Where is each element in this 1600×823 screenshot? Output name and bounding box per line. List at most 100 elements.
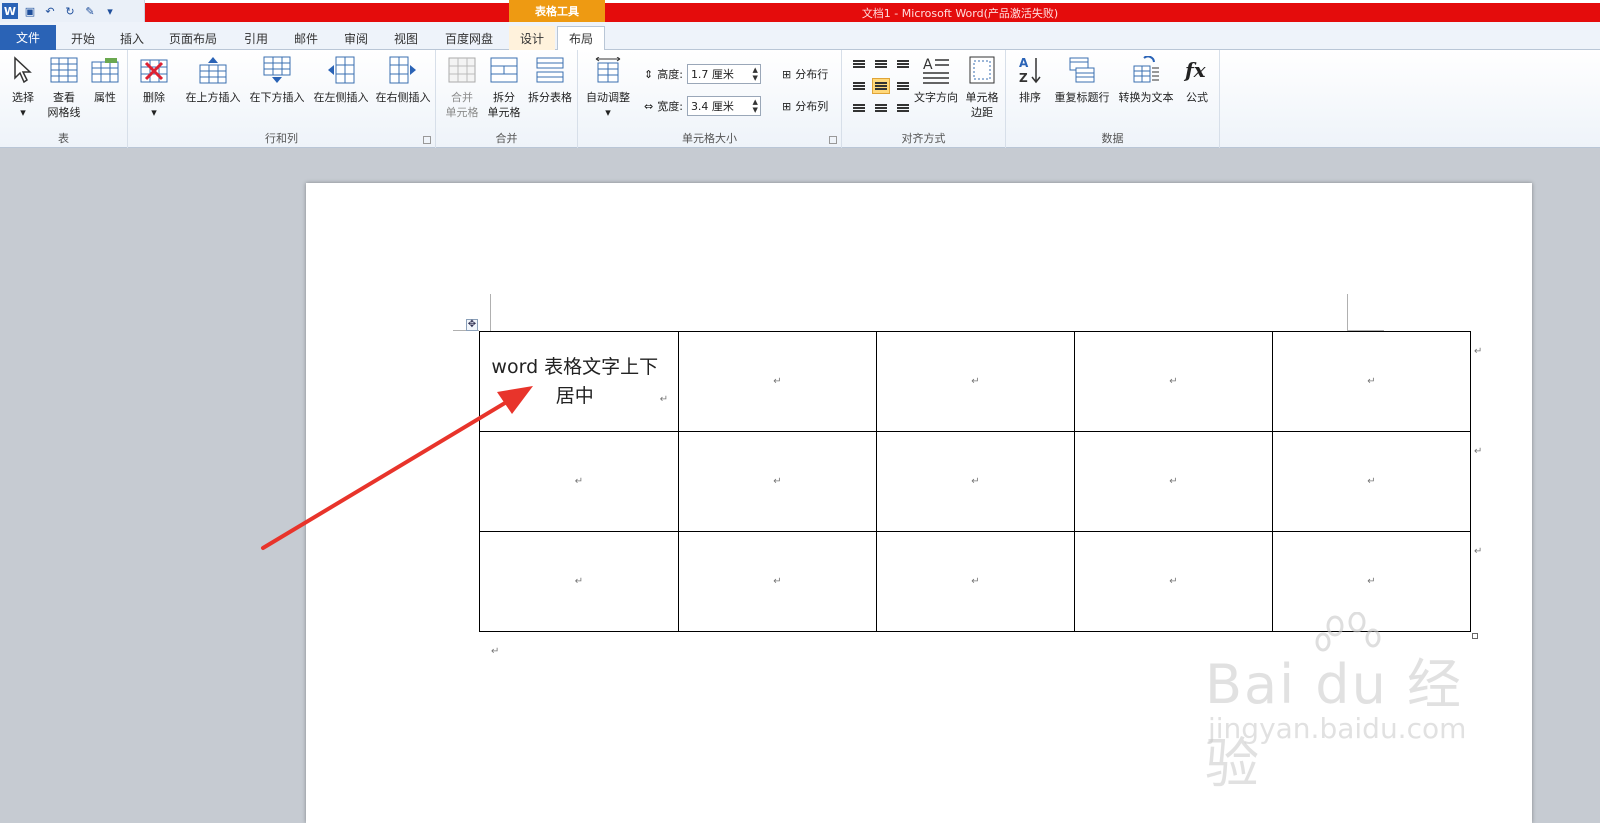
align-bottom-left-icon[interactable] — [850, 100, 868, 116]
view-gridlines-button[interactable]: 查看 网格线 — [44, 54, 84, 120]
align-middle-left-icon[interactable] — [850, 78, 868, 94]
align-top-right-icon[interactable] — [894, 56, 912, 72]
tab-baidu-netdisk[interactable]: 百度网盘 — [434, 26, 504, 50]
title-bar: W ▣ ↶ ↻ ✎ ▾ 表格工具 文档1 - Microsoft Word(产品… — [0, 0, 1600, 22]
document-table[interactable]: word 表格文字上下居中 ↵ ↵ ↵ ↵ ↵ ↵ ↵ ↵ ↵ ↵ ↵ ↵ ↵ ↵… — [479, 331, 1471, 632]
row-height-icon: ⇕ — [644, 67, 654, 81]
chevron-down-icon[interactable]: ▾ — [102, 3, 118, 19]
select-button[interactable]: 选择 ▾ — [6, 54, 40, 120]
table-group: 选择 ▾ 查看 网格线 属性 表 — [0, 50, 128, 148]
table-cell[interactable]: ↵ — [678, 431, 877, 532]
split-cells-button[interactable]: 拆分 单元格 — [484, 54, 524, 120]
merge-group-label: 合并 — [495, 132, 518, 145]
distribute-rows-button[interactable]: ⊞ 分布行 — [782, 66, 828, 82]
tab-insert[interactable]: 插入 — [110, 26, 154, 50]
tab-review[interactable]: 审阅 — [334, 26, 378, 50]
distribute-rows-icon: ⊞ — [782, 67, 792, 81]
properties-button[interactable]: 属性 — [88, 54, 122, 105]
distribute-columns-button[interactable]: ⊞ 分布列 — [782, 98, 828, 114]
table-cell[interactable]: ↵ — [678, 531, 877, 632]
width-spinner[interactable]: 3.4 厘米 ▲ ▼ — [686, 96, 761, 116]
table-cell[interactable]: ↵ — [1272, 331, 1471, 432]
table-cell[interactable]: ↵ — [1074, 431, 1273, 532]
align-bottom-center-icon[interactable] — [872, 100, 890, 116]
crop-mark — [490, 294, 491, 331]
table-cell[interactable]: ↵ — [479, 531, 679, 632]
table-cell[interactable]: ↵ — [678, 331, 877, 432]
table-cell[interactable]: ↵ — [876, 431, 1075, 532]
alignment-group-label: 对齐方式 — [901, 132, 946, 145]
tab-page-layout[interactable]: 页面布局 — [158, 26, 228, 50]
table-cell[interactable]: ↵ — [876, 531, 1075, 632]
sort-button[interactable]: AZ 排序 — [1014, 54, 1046, 105]
word-icon[interactable]: W — [2, 3, 18, 19]
table-move-handle-icon[interactable]: ✥ — [466, 319, 478, 331]
tab-design[interactable]: 设计 — [509, 26, 555, 50]
formula-fx-icon: fx — [1181, 54, 1213, 86]
delete-button[interactable]: 删除 ▾ — [136, 54, 172, 120]
alignment-grid — [850, 56, 912, 116]
table-cell[interactable]: ↵ — [1074, 331, 1273, 432]
alignment-group: A 文字方向 单元格 边距 对齐方式 — [842, 50, 1006, 148]
tab-file[interactable]: 文件 — [0, 25, 56, 50]
cell-margins-icon — [966, 54, 998, 86]
merge-cells-button[interactable]: 合并 单元格 — [442, 54, 482, 120]
split-table-button[interactable]: 拆分表格 — [524, 54, 576, 105]
svg-text:A: A — [923, 57, 933, 73]
height-row: ⇕ 高度: 1.7 厘米 ▲ ▼ — [644, 64, 761, 84]
quick-access-toolbar: W ▣ ↶ ↻ ✎ ▾ — [0, 0, 145, 22]
align-top-center-icon[interactable] — [872, 56, 890, 72]
undo-icon[interactable]: ↶ — [42, 3, 58, 19]
insert-below-button[interactable]: 在下方插入 — [246, 54, 308, 105]
customize-icon[interactable]: ✎ — [82, 3, 98, 19]
tab-references[interactable]: 引用 — [234, 26, 278, 50]
svg-text:A: A — [1019, 56, 1029, 70]
align-top-left-icon[interactable] — [850, 56, 868, 72]
paragraph-mark: ↵ — [971, 376, 980, 387]
height-spinner[interactable]: 1.7 厘米 ▲ ▼ — [686, 64, 761, 84]
spinner-arrows-icon[interactable]: ▲ ▼ — [753, 66, 758, 82]
table-cell[interactable]: ↵ — [876, 331, 1075, 432]
tab-mailings[interactable]: 邮件 — [284, 26, 328, 50]
cursor-arrow-icon — [7, 54, 39, 86]
dialog-launcher-icon[interactable] — [423, 136, 431, 144]
tab-layout[interactable]: 布局 — [557, 26, 605, 50]
formula-button[interactable]: fx 公式 — [1180, 54, 1214, 105]
tab-view[interactable]: 视图 — [384, 26, 428, 50]
convert-to-text-button[interactable]: 转换为文本 — [1114, 54, 1178, 105]
dialog-launcher-icon[interactable] — [829, 136, 837, 144]
merge-cells-icon — [446, 54, 478, 86]
svg-text:fx: fx — [1183, 58, 1207, 82]
paragraph-mark: ↵ — [1367, 376, 1376, 387]
repeat-header-rows-button[interactable]: 重复标题行 — [1052, 54, 1112, 105]
table-cell[interactable]: ↵ — [1272, 431, 1471, 532]
paragraph-mark: ↵ — [773, 376, 782, 387]
delete-table-icon — [138, 54, 170, 86]
insert-left-button[interactable]: 在左侧插入 — [310, 54, 372, 105]
row-end-mark: ↵ — [1474, 546, 1483, 557]
svg-text:Z: Z — [1019, 71, 1028, 85]
text-direction-button[interactable]: A 文字方向 — [912, 54, 960, 105]
table-cell[interactable]: word 表格文字上下居中 ↵ — [479, 331, 679, 432]
paragraph-mark: ↵ — [574, 476, 584, 487]
paragraph-mark: ↵ — [1169, 576, 1178, 587]
insert-row-below-icon — [261, 54, 293, 86]
split-cells-icon — [488, 54, 520, 86]
table-cell[interactable]: ↵ — [479, 431, 679, 532]
insert-right-button[interactable]: 在右侧插入 — [372, 54, 434, 105]
save-icon[interactable]: ▣ — [22, 3, 38, 19]
spinner-arrows-icon[interactable]: ▲ ▼ — [753, 98, 758, 114]
baidu-watermark: Bai du 经验 jingyan.baidu.com — [1205, 612, 1495, 795]
table-group-label: 表 — [58, 132, 69, 145]
align-middle-right-icon[interactable] — [894, 78, 912, 94]
autofit-button[interactable]: 自动调整 ▾ — [582, 54, 634, 120]
table-row: word 表格文字上下居中 ↵ ↵ ↵ ↵ ↵ — [479, 331, 1471, 432]
align-middle-center-icon[interactable] — [872, 78, 890, 94]
align-bottom-right-icon[interactable] — [894, 100, 912, 116]
tab-home[interactable]: 开始 — [60, 26, 106, 50]
paragraph-mark: ↵ — [971, 476, 980, 487]
insert-above-button[interactable]: 在上方插入 — [182, 54, 244, 105]
cell-margins-button[interactable]: 单元格 边距 — [962, 54, 1002, 120]
table-properties-icon — [89, 54, 121, 86]
redo-icon[interactable]: ↻ — [62, 3, 78, 19]
